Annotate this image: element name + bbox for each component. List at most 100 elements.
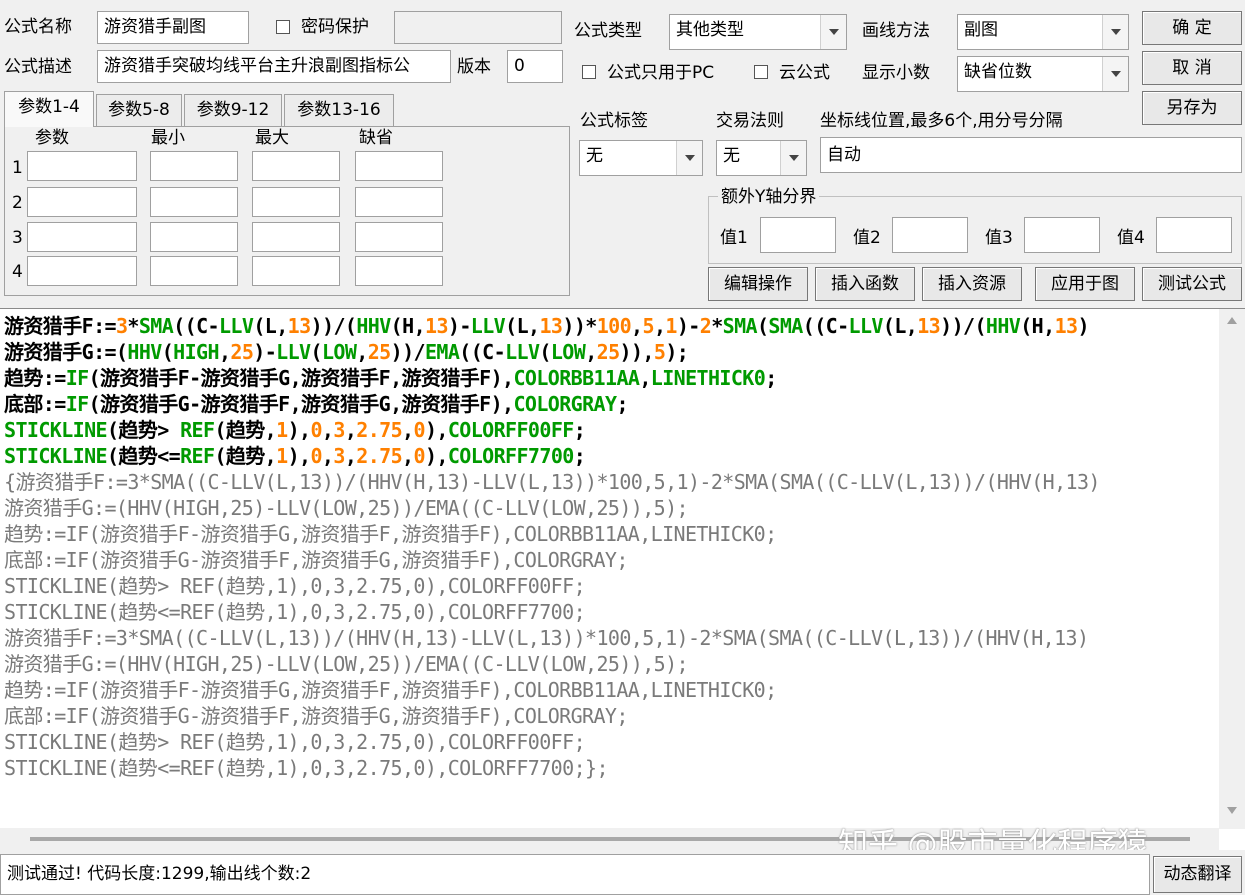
version-input[interactable]: 0 xyxy=(507,50,563,83)
dynamic-translate-button[interactable]: 动态翻译 xyxy=(1153,856,1242,893)
decimal-label: 显示小数 xyxy=(862,63,930,83)
param-row-number: 2 xyxy=(12,193,23,213)
param-name-input[interactable] xyxy=(27,151,137,181)
chevron-down-icon[interactable] xyxy=(1102,57,1128,91)
code-comment-line: STICKLINE(趋势<=REF(趋势,1),0,3,2.75,0),COLO… xyxy=(4,600,586,624)
formula-type-select[interactable]: 其他类型 xyxy=(669,14,847,50)
param-min-input[interactable] xyxy=(150,256,238,286)
tab-params-9-12[interactable]: 参数9-12 xyxy=(184,94,282,126)
status-message: 测试通过! 代码长度:1299,输出线个数:2 xyxy=(0,854,1150,895)
password-checkbox[interactable] xyxy=(276,20,290,34)
pc-only-checkbox[interactable] xyxy=(582,65,596,79)
watermark-text: 知乎 @股市量化程序猿 xyxy=(838,827,1148,850)
chevron-down-icon[interactable] xyxy=(676,141,702,175)
param-default-input[interactable] xyxy=(355,151,443,181)
code-comment-line: 底部:=IF(游资猎手G-游资猎手F,游资猎手G,游资猎手F),COLORGRA… xyxy=(4,704,628,728)
chevron-down-icon[interactable] xyxy=(1102,15,1128,49)
code-line: 游资猎手G:=(HHV(HIGH,25)-LLV(LOW,25))/EMA((C… xyxy=(4,340,689,364)
code-editor[interactable]: 游资猎手F:=3*SMA((C-LLV(L,13))/(HHV(H,13)-LL… xyxy=(0,308,1245,850)
formula-desc-input[interactable]: 游资猎手突破均线平台主升浪副图指标公 xyxy=(97,50,451,83)
draw-method-label: 画线方法 xyxy=(862,21,930,41)
code-comment-line: 趋势:=IF(游资猎手F-游资猎手G,游资猎手F,游资猎手F),COLORBB1… xyxy=(4,522,777,546)
formula-type-value: 其他类型 xyxy=(676,20,744,40)
insert-function-button[interactable]: 插入函数 xyxy=(815,267,915,301)
param-min-input[interactable] xyxy=(150,151,238,181)
code-line: 趋势:=IF(游资猎手F-游资猎手G,游资猎手F,游资猎手F),COLORBB1… xyxy=(4,366,777,390)
axis-position-label: 坐标线位置,最多6个,用分号分隔 xyxy=(820,111,1063,131)
y-value-4-input[interactable] xyxy=(1156,217,1232,253)
scroll-up-icon[interactable] xyxy=(1227,317,1237,324)
apply-to-chart-button[interactable]: 应用于图 xyxy=(1035,267,1135,301)
tab-params-5-8[interactable]: 参数5-8 xyxy=(96,94,182,126)
param-row-number: 1 xyxy=(12,158,23,178)
cloud-checkbox[interactable] xyxy=(754,65,768,79)
password-input[interactable] xyxy=(394,11,562,44)
code-comment-line: 游资猎手G:=(HHV(HIGH,25)-LLV(LOW,25))/EMA((C… xyxy=(4,652,689,676)
scroll-down-icon[interactable] xyxy=(1227,807,1237,814)
y-value-3-label: 值3 xyxy=(985,228,1013,248)
axis-position-input[interactable]: 自动 xyxy=(820,137,1242,173)
tab-params-13-16[interactable]: 参数13-16 xyxy=(284,94,394,126)
code-line: 底部:=IF(游资猎手G-游资猎手F,游资猎手G,游资猎手F),COLORGRA… xyxy=(4,392,629,416)
param-row-number: 3 xyxy=(12,228,23,248)
param-header-name: 参数 xyxy=(35,128,69,148)
vertical-scrollbar[interactable] xyxy=(1219,309,1245,829)
chevron-down-icon[interactable] xyxy=(820,15,846,49)
formula-tag-value: 无 xyxy=(586,146,603,166)
param-default-input[interactable] xyxy=(355,187,443,217)
formula-name-input[interactable]: 游资猎手副图 xyxy=(97,11,249,44)
param-max-input[interactable] xyxy=(252,151,340,181)
decimal-select[interactable]: 缺省位数 xyxy=(957,56,1129,92)
param-max-input[interactable] xyxy=(252,187,340,217)
password-label: 密码保护 xyxy=(301,17,369,37)
test-formula-button[interactable]: 测试公式 xyxy=(1142,267,1242,301)
params-panel: 参数 最小 最大 缺省 1 2 3 4 xyxy=(4,126,570,296)
code-line: 游资猎手F:=3*SMA((C-LLV(L,13))/(HHV(H,13)-LL… xyxy=(4,314,1090,338)
cancel-button[interactable]: 取 消 xyxy=(1142,51,1242,85)
edit-ops-button[interactable]: 编辑操作 xyxy=(708,267,808,301)
y-value-2-input[interactable] xyxy=(892,217,968,253)
draw-method-select[interactable]: 副图 xyxy=(957,14,1129,50)
code-comment-line: 趋势:=IF(游资猎手F-游资猎手G,游资猎手F,游资猎手F),COLORBB1… xyxy=(4,678,777,702)
code-comment-line: STICKLINE(趋势> REF(趋势,1),0,3,2.75,0),COLO… xyxy=(4,574,586,598)
param-min-input[interactable] xyxy=(150,187,238,217)
code-comment-line: 游资猎手G:=(HHV(HIGH,25)-LLV(LOW,25))/EMA((C… xyxy=(4,496,689,520)
formula-name-label: 公式名称 xyxy=(4,17,72,37)
param-header-max: 最大 xyxy=(255,128,289,148)
y-value-1-input[interactable] xyxy=(760,217,836,253)
param-max-input[interactable] xyxy=(252,222,340,252)
formula-tag-label: 公式标签 xyxy=(580,111,648,131)
param-header-min: 最小 xyxy=(151,128,185,148)
param-min-input[interactable] xyxy=(150,222,238,252)
param-max-input[interactable] xyxy=(252,256,340,286)
trade-rule-value: 无 xyxy=(723,146,740,166)
draw-method-value: 副图 xyxy=(964,20,998,40)
cloud-label: 云公式 xyxy=(779,63,830,83)
param-row-number: 4 xyxy=(12,262,23,282)
code-comment-line: {游资猎手F:=3*SMA((C-LLV(L,13))/(HHV(H,13)-L… xyxy=(4,470,1100,494)
ok-button[interactable]: 确 定 xyxy=(1142,11,1242,45)
extra-y-label: 额外Y轴分界 xyxy=(718,186,820,208)
code-comment-line: 游资猎手F:=3*SMA((C-LLV(L,13))/(HHV(H,13)-LL… xyxy=(4,626,1089,650)
param-name-input[interactable] xyxy=(27,256,137,286)
param-header-default: 缺省 xyxy=(359,128,393,148)
param-name-input[interactable] xyxy=(27,187,137,217)
trade-rule-select[interactable]: 无 xyxy=(716,140,807,176)
param-default-input[interactable] xyxy=(355,256,443,286)
code-comment-line: STICKLINE(趋势> REF(趋势,1),0,3,2.75,0),COLO… xyxy=(4,730,586,754)
code-comment-line: 底部:=IF(游资猎手G-游资猎手F,游资猎手G,游资猎手F),COLORGRA… xyxy=(4,548,628,572)
insert-resource-button[interactable]: 插入资源 xyxy=(922,267,1022,301)
tab-params-1-4[interactable]: 参数1-4 xyxy=(4,91,94,127)
y-value-3-input[interactable] xyxy=(1024,217,1100,253)
formula-tag-select[interactable]: 无 xyxy=(579,140,703,176)
pc-only-label: 公式只用于PC xyxy=(607,63,715,83)
formula-desc-label: 公式描述 xyxy=(4,57,72,77)
code-line: STICKLINE(趋势<=REF(趋势,1),0,3,2.75,0),COLO… xyxy=(4,444,586,468)
y-value-2-label: 值2 xyxy=(853,228,881,248)
trade-rule-label: 交易法则 xyxy=(716,111,784,131)
chevron-down-icon[interactable] xyxy=(780,141,806,175)
save-as-button[interactable]: 另存为 xyxy=(1142,91,1242,125)
param-default-input[interactable] xyxy=(355,222,443,252)
code-comment-line: STICKLINE(趋势<=REF(趋势,1),0,3,2.75,0),COLO… xyxy=(4,756,608,780)
param-name-input[interactable] xyxy=(27,222,137,252)
